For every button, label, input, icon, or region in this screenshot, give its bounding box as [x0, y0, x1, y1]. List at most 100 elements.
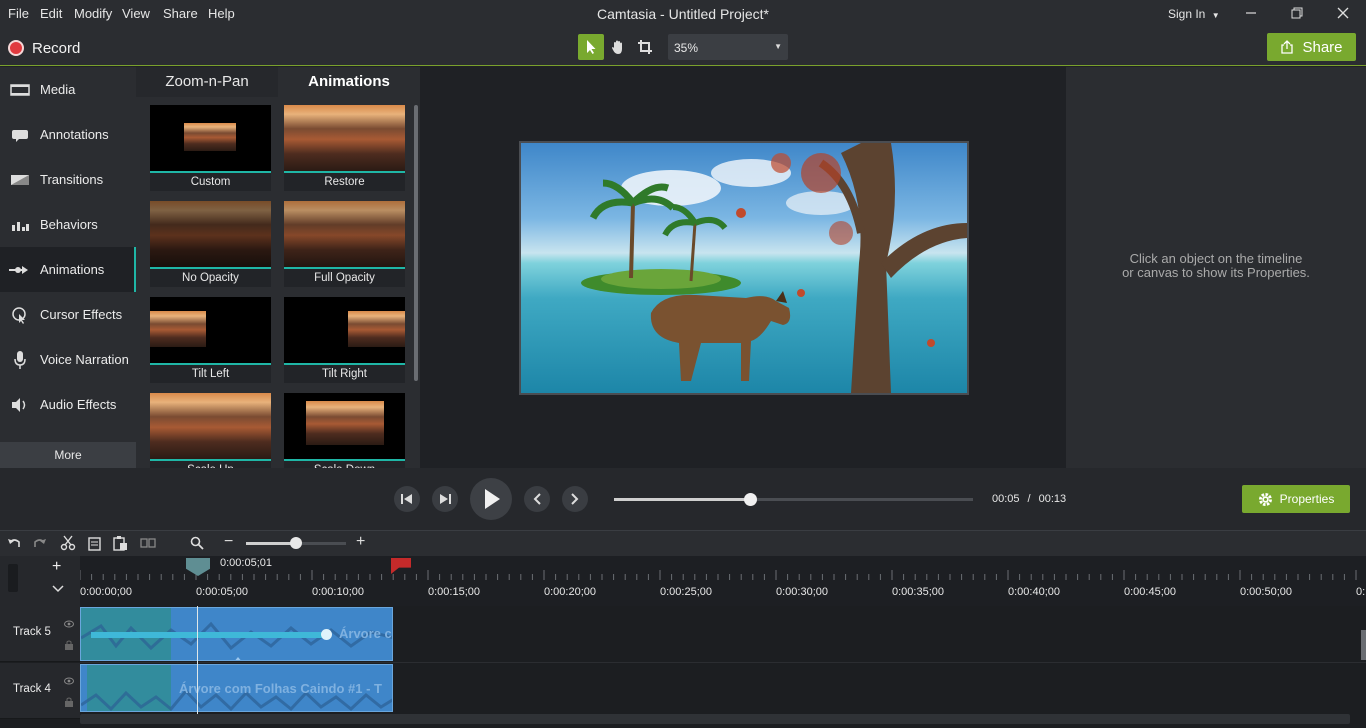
zoom-timeline-button[interactable]: [190, 536, 204, 553]
tile-thumbnail: [150, 201, 271, 267]
tab-zoom-n-pan[interactable]: Zoom-n-Pan: [136, 67, 278, 97]
arrow-cursor-icon: [587, 40, 596, 54]
more-button[interactable]: More: [0, 442, 136, 468]
minimize-button[interactable]: [1229, 0, 1273, 28]
sidebar-item-voice-narration[interactable]: Voice Narration: [0, 337, 136, 382]
zoom-in-button[interactable]: +: [356, 533, 365, 551]
time-display: 00:05 / 00:13: [992, 493, 1066, 505]
animation-arrow-icon: [0, 263, 40, 277]
sidebar-item-behaviors[interactable]: Behaviors: [0, 202, 136, 247]
animations-library-panel: Zoom-n-Pan Animations Custom Restore No …: [136, 67, 420, 468]
redo-button[interactable]: [32, 535, 48, 554]
clip-track-5[interactable]: Árvore c: [80, 607, 393, 661]
properties-hint-line2: or canvas to show its Properties.: [1122, 265, 1310, 280]
timeline-toolbar: − +: [0, 530, 1366, 556]
timeline-zoom-slider[interactable]: [246, 537, 346, 549]
animation-tile-custom[interactable]: Custom: [150, 105, 271, 191]
ruler-ticks: [80, 570, 1357, 580]
tile-label: Scale Up: [150, 459, 271, 468]
cut-button[interactable]: [60, 535, 76, 554]
zoom-select[interactable]: 35% ▼: [668, 34, 788, 60]
zoom-out-button[interactable]: −: [224, 533, 233, 551]
sidebar-item-annotations[interactable]: Annotations: [0, 112, 136, 157]
eye-icon: [64, 620, 74, 628]
sidebar-item-label: Animations: [40, 262, 105, 277]
track-header-4[interactable]: Track 4: [0, 663, 80, 719]
scrubber-track[interactable]: [614, 493, 973, 506]
total-time: 00:13: [1038, 493, 1067, 505]
tile-label: Tilt Left: [150, 363, 271, 383]
canvas-video-preview[interactable]: [519, 141, 969, 395]
paste-icon: [113, 536, 127, 551]
previous-marker-button[interactable]: [524, 486, 550, 512]
animation-handle[interactable]: [233, 657, 243, 660]
sidebar-item-transitions[interactable]: Transitions: [0, 157, 136, 202]
track-height-slider[interactable]: [8, 564, 18, 592]
animation-tile-scale-up[interactable]: Scale Up: [150, 393, 271, 468]
chevron-down-icon: [52, 585, 64, 593]
animation-tile-scale-down[interactable]: Scale Down: [284, 393, 405, 468]
collapse-tracks-button[interactable]: [52, 581, 64, 596]
animation-tile-tilt-right[interactable]: Tilt Right: [284, 297, 405, 383]
sidebar-item-media[interactable]: Media: [0, 67, 136, 112]
paste-button[interactable]: [112, 535, 128, 554]
crop-tool-button[interactable]: [632, 34, 658, 60]
ruler-label: 0:00:00;00: [80, 586, 132, 598]
clip-track-4[interactable]: Árvore com Folhas Caindo #1 - T: [80, 664, 393, 712]
tracks-scrollbar[interactable]: [1361, 630, 1366, 660]
pan-tool-button[interactable]: [605, 34, 631, 60]
close-button[interactable]: [1321, 0, 1365, 28]
timeline-ruler-header: +: [0, 556, 80, 606]
record-button[interactable]: Record: [8, 38, 80, 58]
sidebar-item-label: Voice Narration: [40, 352, 129, 367]
animation-arrow[interactable]: [91, 632, 327, 638]
tile-thumbnail: [284, 201, 405, 267]
animation-tile-full-opacity[interactable]: Full Opacity: [284, 201, 405, 287]
annotation-icon: [0, 127, 40, 143]
timeline-zoom-handle[interactable]: [290, 537, 302, 549]
tile-thumbnail: [284, 105, 405, 171]
ruler-label: 0:00:05;00: [196, 586, 248, 598]
tab-animations[interactable]: Animations: [278, 67, 420, 97]
copy-button[interactable]: [87, 535, 103, 554]
left-sidebar: Media Annotations Transitions Behaviors …: [0, 67, 136, 468]
step-back-button[interactable]: [394, 486, 420, 512]
next-marker-button[interactable]: [562, 486, 588, 512]
select-tool-button[interactable]: [578, 34, 604, 60]
timeline-horizontal-scrollbar[interactable]: [80, 714, 1350, 724]
animation-end-point[interactable]: [321, 629, 332, 640]
add-track-button[interactable]: +: [52, 558, 61, 576]
scrubber-handle[interactable]: [744, 493, 758, 506]
ruler-label: 0:00:40;00: [1008, 586, 1060, 598]
animation-tile-tilt-left[interactable]: Tilt Left: [150, 297, 271, 383]
playhead-time: 0:00:05;01: [220, 557, 272, 569]
split-icon: [140, 538, 156, 548]
undo-button[interactable]: [6, 535, 22, 554]
scrubber-progress: [614, 498, 751, 501]
timeline-ruler[interactable]: 0:00:00;00 0:00:05;00 0:00:10;00 0:00:15…: [80, 556, 1366, 606]
sidebar-item-label: Behaviors: [40, 217, 98, 232]
close-icon: [1337, 7, 1349, 19]
timeline-tracks: Track 5 Track 4 Árvore c Árvore com Folh…: [0, 606, 1366, 728]
sidebar-item-audio-effects[interactable]: Audio Effects: [0, 382, 136, 427]
step-forward-button[interactable]: [432, 486, 458, 512]
ruler-label: 0:00:50;00: [1240, 586, 1292, 598]
animation-tile-no-opacity[interactable]: No Opacity: [150, 201, 271, 287]
library-scrollbar[interactable]: [414, 105, 418, 381]
share-button[interactable]: Share: [1267, 33, 1356, 61]
sidebar-item-animations[interactable]: Animations: [0, 247, 136, 292]
sidebar-item-label: Audio Effects: [40, 397, 117, 412]
playhead-line: [197, 606, 198, 714]
split-button[interactable]: [140, 535, 156, 554]
microphone-icon: [0, 350, 40, 370]
properties-button[interactable]: Properties: [1242, 485, 1350, 513]
restore-button[interactable]: [1275, 0, 1319, 28]
ruler-label: 0:: [1356, 586, 1366, 598]
cursor-icon: [0, 306, 40, 324]
play-button[interactable]: [470, 478, 512, 520]
sign-in-menu[interactable]: Sign In ▼: [1168, 7, 1220, 21]
track-header-5[interactable]: Track 5: [0, 606, 80, 662]
animation-tile-restore[interactable]: Restore: [284, 105, 405, 191]
sidebar-item-cursor-effects[interactable]: Cursor Effects: [0, 292, 136, 337]
properties-hint-line1: Click an object on the timeline: [1129, 251, 1303, 266]
